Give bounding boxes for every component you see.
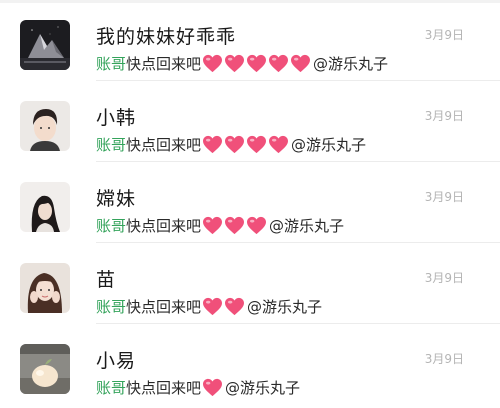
chat-preview: 账哥 快点回来吧 @游乐丸子 — [96, 132, 366, 156]
avatar — [20, 263, 70, 313]
heart-icon — [202, 54, 223, 73]
heart-icon — [224, 135, 245, 154]
mention-text: @游乐丸子 — [313, 54, 389, 73]
chat-time: 3月9日 — [424, 190, 464, 204]
chat-time: 3月9日 — [424, 271, 464, 285]
heart-icon — [246, 135, 267, 154]
mention-text: @游乐丸子 — [247, 297, 323, 316]
sender-name: 账哥 — [96, 216, 127, 235]
chat-name: 小易 — [96, 350, 137, 372]
message-text: 快点回来吧 — [126, 216, 202, 235]
chat-name: 我的妹妹好乖乖 — [96, 26, 237, 48]
heart-icon — [290, 54, 311, 73]
sender-name: 账哥 — [96, 135, 127, 154]
avatar — [20, 20, 70, 70]
chat-item[interactable]: 苗 3月9日 账哥 快点回来吧 @游乐丸子 — [0, 243, 500, 324]
sender-name: 账哥 — [96, 297, 127, 316]
message-text: 快点回来吧 — [126, 135, 202, 154]
heart-icon — [224, 216, 245, 235]
chat-list: 我的妹妹好乖乖 3月9日 账哥 快点回来吧 @游乐丸子 小韩 3月9日 账哥 快… — [0, 0, 500, 408]
heart-group — [202, 297, 246, 316]
heart-icon — [246, 54, 267, 73]
chat-name: 苗 — [96, 269, 117, 291]
heart-icon — [268, 135, 289, 154]
heart-icon — [202, 378, 223, 397]
sender-name: 账哥 — [96, 54, 127, 73]
chat-time: 3月9日 — [424, 109, 464, 123]
chat-preview: 账哥 快点回来吧 @游乐丸子 — [96, 51, 388, 75]
message-text: 快点回来吧 — [126, 54, 202, 73]
avatar — [20, 182, 70, 232]
chat-name: 嫦妹 — [96, 188, 137, 210]
message-text: 快点回来吧 — [126, 297, 202, 316]
chat-preview: 账哥 快点回来吧 @游乐丸子 — [96, 294, 322, 318]
heart-group — [202, 54, 312, 73]
heart-group — [202, 378, 224, 397]
avatar — [20, 101, 70, 151]
mention-text: @游乐丸子 — [269, 216, 345, 235]
heart-icon — [268, 54, 289, 73]
chat-preview: 账哥 快点回来吧 @游乐丸子 — [96, 375, 300, 399]
chat-time: 3月9日 — [424, 352, 464, 366]
chat-item[interactable]: 小韩 3月9日 账哥 快点回来吧 @游乐丸子 — [0, 81, 500, 162]
sender-name: 账哥 — [96, 378, 127, 397]
chat-item[interactable]: 嫦妹 3月9日 账哥 快点回来吧 @游乐丸子 — [0, 162, 500, 243]
chat-item[interactable]: 我的妹妹好乖乖 3月9日 账哥 快点回来吧 @游乐丸子 — [0, 0, 500, 81]
heart-icon — [202, 297, 223, 316]
message-text: 快点回来吧 — [126, 378, 202, 397]
heart-group — [202, 135, 290, 154]
chat-item[interactable]: 小易 3月9日 账哥 快点回来吧 @游乐丸子 — [0, 324, 500, 405]
heart-icon — [224, 54, 245, 73]
heart-icon — [202, 216, 223, 235]
heart-icon — [224, 297, 245, 316]
mention-text: @游乐丸子 — [225, 378, 301, 397]
heart-group — [202, 216, 268, 235]
avatar — [20, 344, 70, 394]
chat-name: 小韩 — [96, 107, 137, 129]
heart-icon — [246, 216, 267, 235]
mention-text: @游乐丸子 — [291, 135, 367, 154]
heart-icon — [202, 135, 223, 154]
chat-preview: 账哥 快点回来吧 @游乐丸子 — [96, 213, 344, 237]
chat-time: 3月9日 — [424, 28, 464, 42]
